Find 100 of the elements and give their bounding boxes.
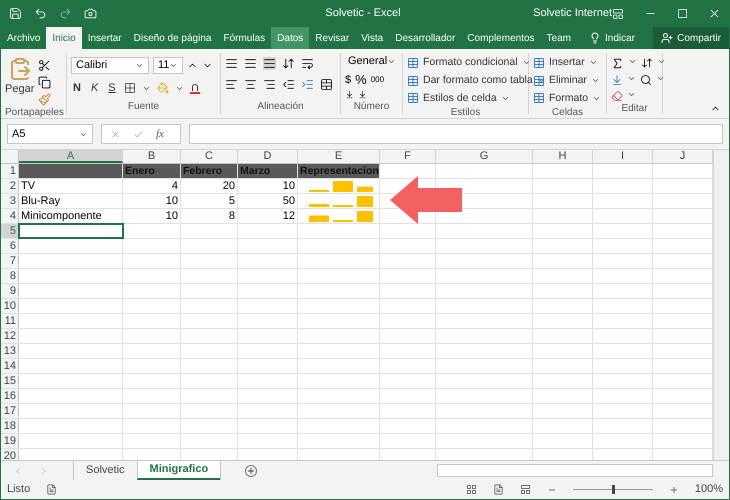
column-header[interactable]: B (123, 150, 181, 163)
row-header[interactable]: 1 (1, 164, 19, 178)
add-sheet-icon[interactable] (245, 464, 258, 476)
vertical-scrollbar[interactable] (713, 150, 729, 460)
column-header[interactable]: C (181, 150, 238, 163)
fill-color-icon[interactable] (156, 82, 169, 94)
row-header[interactable]: 5 (1, 224, 19, 238)
ribbon-tab[interactable]: Diseño de página (128, 27, 218, 49)
borders-icon[interactable] (124, 82, 136, 94)
increase-indent-icon[interactable] (301, 78, 314, 91)
caret-icon[interactable] (169, 61, 178, 70)
table-cell[interactable]: 12 (238, 209, 298, 223)
table-cell[interactable]: 10 (238, 179, 298, 193)
increase-decimal-icon[interactable] (345, 90, 354, 98)
selected-cell[interactable] (19, 224, 123, 238)
row-header[interactable]: 10 (1, 299, 19, 313)
bottom-align-icon[interactable] (263, 57, 276, 70)
row-header[interactable]: 3 (1, 194, 19, 208)
zoom-in-icon[interactable] (668, 484, 679, 494)
column-header[interactable]: D (238, 150, 298, 163)
column-header[interactable]: F (380, 150, 436, 163)
row-header[interactable]: 15 (1, 374, 19, 388)
close-icon[interactable] (708, 7, 721, 20)
ribbon-tab[interactable]: Datos (271, 27, 310, 49)
paste-button[interactable]: Pegar (5, 57, 34, 106)
ribbon-tab[interactable]: Desarrollador (389, 27, 462, 49)
sheet-tab[interactable]: Minigrafico (136, 461, 220, 480)
thousands-button[interactable]: 000 (370, 74, 384, 86)
decrease-indent-icon[interactable] (282, 78, 295, 91)
ribbon-tab[interactable]: Inicio (46, 27, 82, 49)
ribbon-tab[interactable]: Archivo (1, 27, 46, 49)
row-header[interactable]: 12 (1, 329, 19, 343)
ribbon-menu-button[interactable]: Formato condicional (407, 55, 546, 71)
align-center-icon[interactable] (244, 78, 257, 91)
table-cell[interactable]: Minicomponente (19, 209, 123, 223)
table-cell[interactable]: 20 (181, 179, 238, 193)
row-header[interactable]: 20 (1, 449, 19, 460)
table-cell[interactable]: 10 (123, 194, 181, 208)
horizontal-scrollbar[interactable] (437, 464, 713, 477)
ribbon-tab[interactable]: Fórmulas (217, 27, 272, 49)
ribbon-tab[interactable]: Insertar (82, 27, 128, 49)
number-format-field[interactable]: General (345, 53, 399, 70)
maximize-icon[interactable] (677, 8, 688, 19)
align-right-icon[interactable] (263, 78, 276, 91)
ribbon-tab[interactable]: Team (540, 27, 577, 49)
search-icon[interactable] (640, 74, 652, 86)
row-header[interactable]: 17 (1, 404, 19, 418)
font-size-field[interactable]: 11 (153, 57, 183, 74)
row-header[interactable]: 18 (1, 419, 19, 433)
table-cell[interactable]: 4 (123, 179, 181, 193)
row-header[interactable]: 11 (1, 314, 19, 328)
row-header[interactable]: 7 (1, 254, 19, 268)
ribbon-tab[interactable]: Complementos (461, 27, 541, 49)
table-cell[interactable]: 5 (181, 194, 238, 208)
row-header[interactable]: 8 (1, 269, 19, 283)
percent-button[interactable]: % (355, 70, 367, 90)
undo-icon[interactable] (34, 7, 47, 20)
table-cell[interactable]: 10 (123, 209, 181, 223)
orientation-icon[interactable] (282, 57, 295, 70)
underline-button[interactable]: S (106, 80, 118, 96)
row-header[interactable]: 6 (1, 239, 19, 253)
ribbon-tab[interactable]: Vista (355, 27, 390, 49)
row-header[interactable]: 14 (1, 359, 19, 373)
table-cell[interactable]: 8 (181, 209, 238, 223)
align-left-icon[interactable] (225, 78, 238, 91)
camera-icon[interactable] (84, 7, 97, 20)
sort-icon[interactable] (641, 57, 653, 69)
decrease-decimal-icon[interactable] (358, 90, 367, 98)
row-header[interactable]: 9 (1, 284, 19, 298)
table-cell[interactable]: 50 (238, 194, 298, 208)
sum-icon[interactable] (611, 57, 624, 70)
ribbon-options-icon[interactable] (612, 8, 624, 20)
caret-icon[interactable] (135, 61, 144, 70)
row-header[interactable]: 19 (1, 434, 19, 448)
copy-icon[interactable] (38, 76, 52, 89)
row-header[interactable]: 4 (1, 209, 19, 223)
macro-icon[interactable] (46, 484, 58, 495)
cut-icon[interactable] (38, 59, 52, 72)
share-button[interactable]: Compartir (653, 27, 729, 49)
font-field[interactable]: Calibri (71, 57, 149, 74)
page-break-icon[interactable] (520, 484, 531, 495)
column-header[interactable]: I (593, 150, 653, 163)
row-header[interactable]: 2 (1, 179, 19, 193)
ribbon-tab[interactable]: Revisar (309, 27, 356, 49)
bold-button[interactable]: N (71, 80, 83, 96)
normal-view-icon[interactable] (466, 484, 477, 495)
fill-icon[interactable] (611, 74, 623, 86)
middle-align-icon[interactable] (244, 57, 257, 70)
wrap-text-icon[interactable] (301, 57, 314, 70)
table-cell[interactable] (19, 164, 123, 178)
font-color-icon[interactable] (190, 82, 200, 94)
column-header[interactable]: A (19, 150, 123, 163)
save-icon[interactable] (9, 7, 22, 20)
column-header[interactable]: H (533, 150, 593, 163)
eraser-icon[interactable] (611, 90, 623, 102)
tell-me-button[interactable]: Indicar (581, 27, 644, 49)
italic-button[interactable]: K (88, 80, 100, 96)
zoom-slider-thumb[interactable] (612, 485, 615, 494)
column-header[interactable]: G (436, 150, 533, 163)
merge-icon[interactable] (320, 78, 333, 91)
